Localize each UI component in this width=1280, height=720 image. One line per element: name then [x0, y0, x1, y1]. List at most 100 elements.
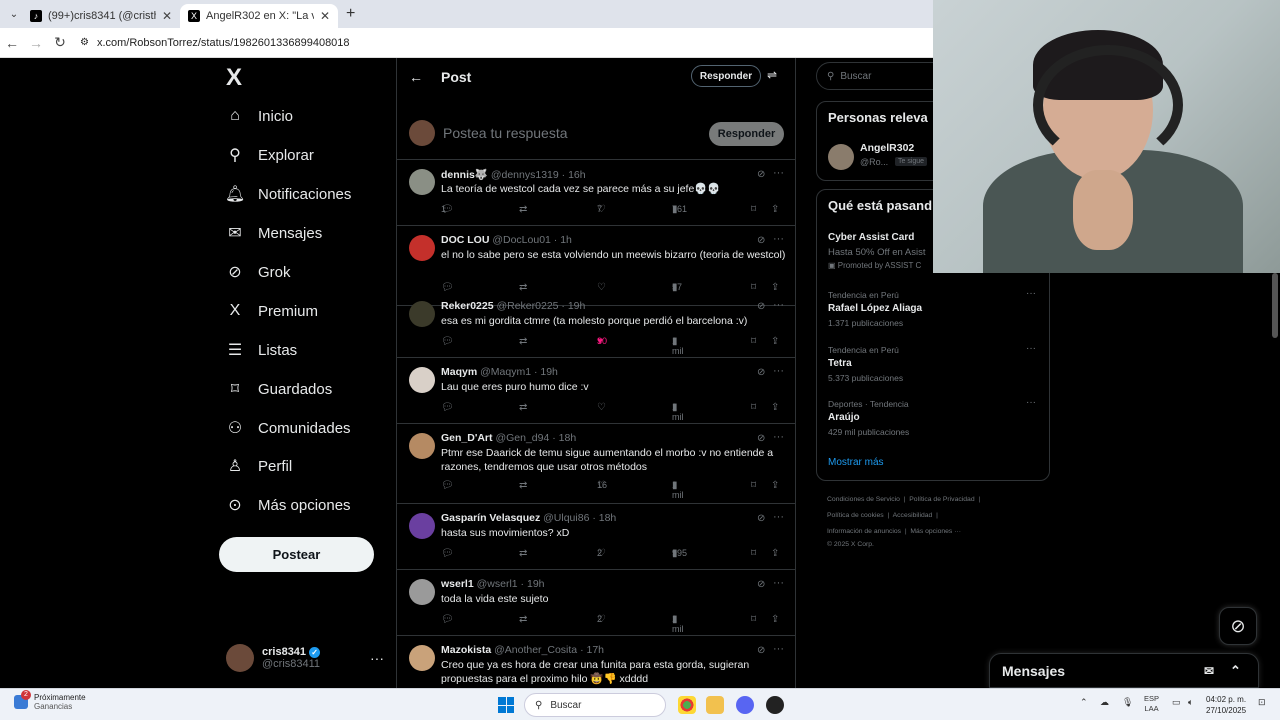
tweet-reply[interactable]: wserl1 @wserl1 · 19h ⊘ ··· toda la vida est…	[397, 570, 795, 636]
tweet-author-name[interactable]: Maqym	[441, 366, 477, 378]
nav-item-explorar[interactable]: ⚲ Explorar	[226, 146, 314, 165]
obs-icon[interactable]	[766, 696, 784, 714]
reply-submit-button[interactable]: Responder	[709, 122, 784, 146]
network-icon[interactable]: ▭	[1172, 697, 1181, 708]
tweet-time[interactable]: 18h	[599, 512, 617, 524]
footer-terms-link[interactable]: Condiciones de Servicio	[827, 496, 900, 503]
close-icon[interactable]: ✕	[320, 9, 330, 23]
show-more-link[interactable]: Mostrar más	[828, 457, 884, 468]
tweet-time[interactable]: 16h	[568, 169, 586, 181]
nav-item-inicio[interactable]: ⌂ Inicio	[226, 107, 293, 125]
more-icon[interactable]: ···	[1026, 397, 1036, 408]
trend-item[interactable]: Tendencia en Perú Rafael López Aliaga 1.…	[828, 288, 1038, 328]
tray-chevron-icon[interactable]: ⌃	[1080, 697, 1088, 708]
trend-item[interactable]: Tendencia en Perú Tetra 5.373 publicacio…	[828, 343, 1038, 383]
more-icon[interactable]: ···	[773, 643, 784, 655]
tray-app-icon[interactable]: ☁	[1100, 697, 1109, 708]
grok-explain-icon[interactable]: ⊘	[757, 235, 765, 246]
more-icon[interactable]: ···	[773, 233, 784, 245]
new-tab-button[interactable]: +	[346, 5, 355, 23]
tweet-time[interactable]: 19h	[527, 578, 545, 590]
tweet-author-handle[interactable]: @Ulqui86	[543, 512, 589, 524]
tweet-author-name[interactable]: Mazokista	[441, 644, 491, 656]
tweet-reply[interactable]: Gasparín Velasquez @Ulqui86 · 18h ⊘ ··· has…	[397, 504, 795, 570]
nav-item-comunidades[interactable]: ⚇ Comunidades	[226, 419, 351, 438]
sort-filter-icon[interactable]: ⇌	[767, 68, 777, 82]
reply-header-button[interactable]: Responder	[691, 65, 761, 87]
avatar[interactable]	[409, 301, 435, 327]
avatar[interactable]	[409, 235, 435, 261]
tweet-author-name[interactable]: wserl1	[441, 578, 474, 590]
forward-icon[interactable]: →	[24, 35, 48, 51]
taskbar-search[interactable]: ⚲ Buscar	[524, 693, 666, 717]
tweet-time[interactable]: 19h	[568, 300, 586, 312]
close-icon[interactable]: ✕	[162, 9, 172, 23]
avatar[interactable]	[409, 513, 435, 539]
footer-accessibility-link[interactable]: Accesibilidad	[893, 512, 933, 519]
discord-icon[interactable]	[736, 696, 754, 714]
tweet-time[interactable]: 1h	[560, 234, 572, 246]
grok-explain-icon[interactable]: ⊘	[757, 301, 765, 312]
nav-item-listas[interactable]: ☰ Listas	[226, 341, 297, 360]
footer-privacy-link[interactable]: Política de Privacidad	[909, 496, 974, 503]
nav-item-mensajes[interactable]: ✉ Mensajes	[226, 224, 322, 243]
tweet-author-name[interactable]: DOC LOU	[441, 234, 489, 246]
site-info-icon[interactable]: ⚙	[80, 37, 89, 48]
tweet-time[interactable]: 17h	[587, 644, 605, 656]
tweet-author-name[interactable]: dennis🐺	[441, 169, 488, 181]
tweet-reply[interactable]: dennis🐺 @dennys1319 · 16h ⊘ ··· La teoría d…	[397, 160, 795, 226]
nav-item-notificaciones[interactable]: 🔔︎ Notificaciones	[225, 185, 352, 204]
avatar[interactable]	[409, 367, 435, 393]
more-icon[interactable]: ···	[773, 299, 784, 311]
tweet-author-handle[interactable]: @wserl1	[477, 578, 518, 590]
language-indicator[interactable]: ESP LAA	[1144, 694, 1159, 714]
nav-item-mas-opciones[interactable]: ⊙ Más opciones	[226, 496, 350, 515]
tab-x-post[interactable]: X AngelR302 en X: "La verdad me... ✕	[180, 4, 338, 28]
expand-chevron-icon[interactable]: ⌃	[1230, 663, 1241, 679]
reload-icon[interactable]: ↻	[48, 34, 72, 51]
avatar[interactable]	[409, 579, 435, 605]
grok-explain-icon[interactable]: ⊘	[757, 433, 765, 444]
tweet-reply[interactable]: Gen_D'Art @Gen_d94 · 18h ⊘ ··· Ptmr ese Daa…	[397, 424, 795, 504]
footer-ads-link[interactable]: Información de anuncios	[827, 528, 901, 535]
tweet-time[interactable]: 18h	[559, 432, 577, 444]
tweet-time[interactable]: 19h	[540, 366, 558, 378]
tweet-reply[interactable]: Mazokista @Another_Cosita · 17h ⊘ ··· Creo …	[397, 636, 795, 688]
tweet-author-name[interactable]: Gasparín Velasquez	[441, 512, 540, 524]
tweet-author-handle[interactable]: @Gen_d94	[495, 432, 549, 444]
tweet-author-name[interactable]: Gen_D'Art	[441, 432, 493, 444]
grok-explain-icon[interactable]: ⊘	[757, 645, 765, 656]
more-icon[interactable]: ···	[1026, 343, 1036, 354]
back-icon[interactable]: ←	[0, 35, 24, 51]
relevant-user-name[interactable]: AngelR302	[860, 142, 914, 154]
tweet-author-handle[interactable]: @dennys1319	[491, 169, 559, 181]
more-icon[interactable]: ···	[1026, 288, 1036, 299]
x-logo-icon[interactable]: X	[226, 64, 242, 92]
tweet-author-handle[interactable]: @Maqym1	[480, 366, 531, 378]
footer-cookies-link[interactable]: Política de cookies	[827, 512, 884, 519]
nav-item-premium[interactable]: X Premium	[226, 302, 318, 320]
avatar[interactable]	[828, 144, 854, 170]
avatar[interactable]	[409, 169, 435, 195]
tab-list-chevron-icon[interactable]: ⌄	[6, 6, 22, 22]
tweet-author-handle[interactable]: @Reker0225	[496, 300, 558, 312]
file-explorer-icon[interactable]	[706, 696, 724, 714]
grok-fab-icon[interactable]: ⊘	[1219, 607, 1257, 645]
footer-more-link[interactable]: Más opciones ···	[910, 528, 961, 535]
avatar[interactable]	[409, 433, 435, 459]
more-icon[interactable]: ···	[773, 167, 784, 179]
more-icon[interactable]: ···	[773, 577, 784, 589]
grok-explain-icon[interactable]: ⊘	[757, 367, 765, 378]
tweet-reply[interactable]: Reker0225 @Reker0225 · 19h ⊘ ··· esa es mi …	[397, 292, 795, 358]
widgets-button[interactable]: 2 Próximamente Ganancias	[14, 690, 86, 711]
tweet-author-handle[interactable]: @DocLou01	[492, 234, 551, 246]
back-arrow-icon[interactable]: ←	[409, 69, 423, 85]
messages-drawer[interactable]: Mensajes ✉ ⌃	[989, 653, 1259, 688]
tweet-author-name[interactable]: Reker0225	[441, 300, 494, 312]
tweet-author-handle[interactable]: @Another_Cosita	[494, 644, 577, 656]
notifications-icon[interactable]: ⊡	[1258, 697, 1266, 708]
more-icon[interactable]: ···	[773, 365, 784, 377]
reply-input[interactable]: Postea tu respuesta	[443, 125, 568, 141]
nav-item-grok[interactable]: ⊘ Grok	[226, 263, 290, 282]
new-message-icon[interactable]: ✉	[1204, 664, 1214, 678]
